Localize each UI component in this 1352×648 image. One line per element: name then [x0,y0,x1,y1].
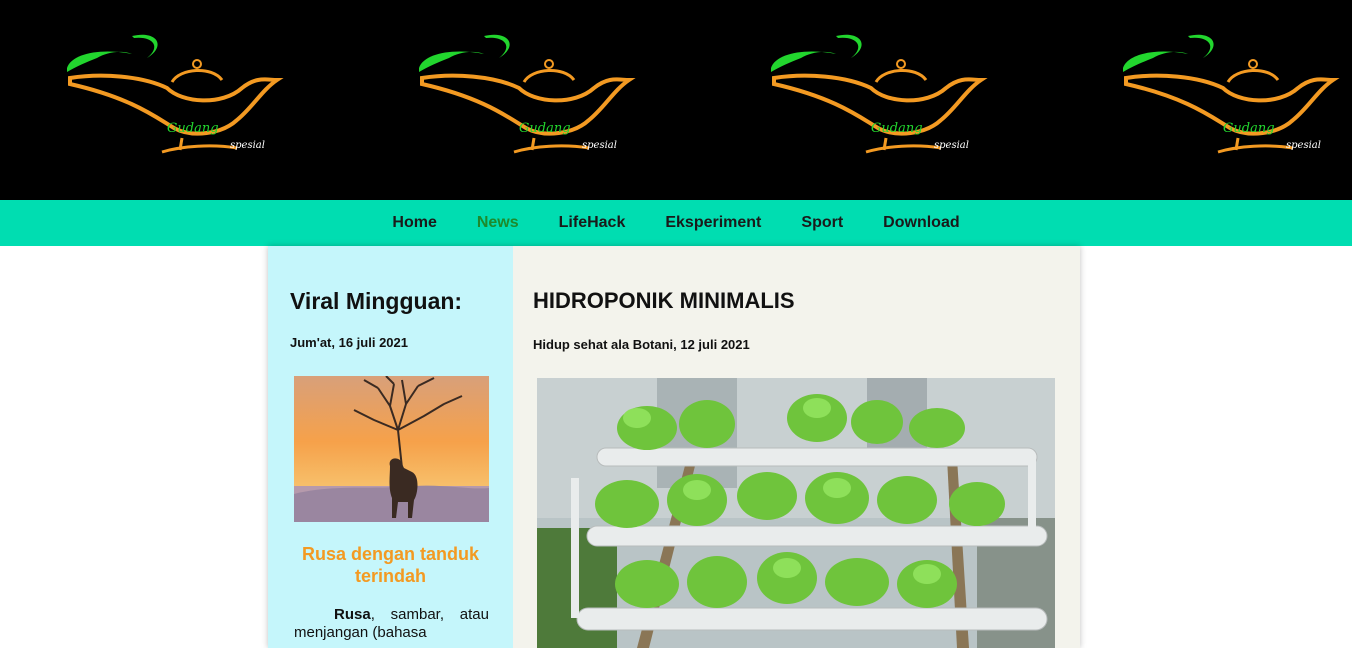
svg-text:spesial: spesial [1286,140,1321,151]
nav-item-eksperiment[interactable]: Eksperiment [645,200,781,246]
article-main-subtitle: Hidup sehat ala Botani, 12 juli 2021 [533,337,750,352]
deer-photo-icon [294,376,489,522]
nav-item-lifehack[interactable]: LifeHack [539,200,646,246]
content-container: Viral Mingguan: Jum'at, 16 juli 2021 Rus… [268,246,1080,648]
lamp-logo-icon: Gudang spesial [419,34,636,154]
site-header: Gudang spesial Gudang spesial Gudang spe [0,0,1352,200]
main-nav: Home News LifeHack Eksperiment Sport Dow… [0,200,1352,246]
article-excerpt-rest: , sambar, atau menjangan (bahasa [294,606,489,641]
article-excerpt: Rusa, sambar, atau menjangan (bahasa [294,606,489,642]
svg-text:spesial: spesial [230,140,265,151]
lamp-logo-icon: Gudang spesial [1123,34,1340,154]
svg-text:spesial: spesial [934,140,969,151]
svg-text:Gudang: Gudang [519,121,571,136]
hydroponic-photo-icon [537,378,1055,648]
svg-text:spesial: spesial [582,140,617,151]
nav-item-news[interactable]: News [457,200,539,246]
nav-item-download[interactable]: Download [863,200,979,246]
lamp-logo-icon: Gudang spesial [771,34,988,154]
logo-lamp[interactable]: Gudang spesial [766,28,996,168]
logo-lamp[interactable]: Gudang spesial [62,28,292,168]
svg-text:Gudang: Gudang [167,121,219,136]
sidebar-title: Viral Mingguan: [290,288,463,314]
main-article: HIDROPONIK MINIMALIS Hidup sehat ala Bot… [513,246,1080,648]
nav-item-sport[interactable]: Sport [781,200,863,246]
sidebar-date: Jum'at, 16 juli 2021 [290,335,408,350]
article-excerpt-bold: Rusa [334,606,371,623]
nav-item-home[interactable]: Home [372,200,456,246]
logo-lamp[interactable]: Gudang spesial [414,28,644,168]
svg-text:Gudang: Gudang [871,121,923,136]
deer-image[interactable] [294,376,489,522]
hydroponic-image[interactable] [537,378,1055,648]
lamp-logo-icon: Gudang spesial [67,34,284,154]
sidebar: Viral Mingguan: Jum'at, 16 juli 2021 Rus… [268,246,513,648]
svg-text:Gudang: Gudang [1223,121,1275,136]
logo-lamp[interactable]: Gudang spesial [1118,28,1348,168]
article-title[interactable]: Rusa dengan tanduk terindah [290,543,491,587]
article-main-title: HIDROPONIK MINIMALIS [533,288,795,313]
